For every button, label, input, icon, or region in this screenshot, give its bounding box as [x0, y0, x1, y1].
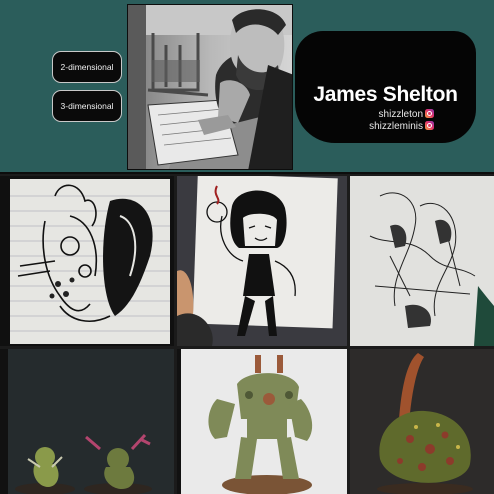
profile-card: James Shelton shizzleton shizzleminis — [295, 31, 476, 143]
instagram-link-shizzleton[interactable]: shizzleton — [379, 109, 434, 120]
social-handle: shizzleminis — [369, 121, 423, 132]
instagram-icon — [425, 109, 434, 118]
instagram-link-shizzleminis[interactable]: shizzleminis — [369, 121, 434, 132]
gallery-miniature-2[interactable] — [177, 349, 347, 494]
instagram-icon — [425, 121, 434, 130]
profile-header: 2-dimensional 3-dimensional James Shelto… — [0, 0, 494, 174]
gallery-miniature-3[interactable] — [350, 349, 494, 494]
artist-name: James Shelton — [313, 83, 458, 106]
gallery-miniature-1[interactable] — [0, 349, 174, 494]
social-handle: shizzleton — [378, 109, 423, 120]
3-dimensional-button[interactable]: 3-dimensional — [52, 90, 122, 122]
gallery-drawing-1[interactable] — [0, 176, 174, 346]
artist-portrait-photo — [127, 4, 293, 170]
gallery-drawing-3[interactable] — [350, 176, 494, 346]
gallery-drawing-2[interactable] — [177, 176, 347, 346]
2-dimensional-button[interactable]: 2-dimensional — [52, 51, 122, 83]
